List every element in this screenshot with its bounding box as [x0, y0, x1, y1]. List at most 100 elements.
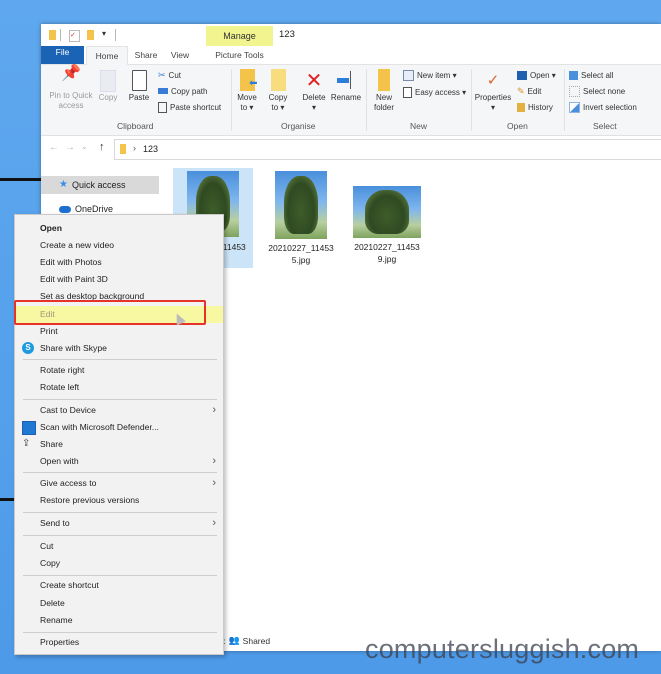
edit-button[interactable]: ✎ Edit: [517, 84, 541, 98]
up-arrow-icon[interactable]: ↑: [99, 141, 105, 153]
menu-item-share-skype[interactable]: S Share with Skype: [15, 340, 223, 357]
paste-shortcut-label: Paste shortcut: [170, 102, 222, 112]
file-item[interactable]: 20210227_11453 9.jpg: [347, 168, 427, 268]
pin-to-quick-access-button[interactable]: 📌 Pin to Quick access: [45, 66, 97, 111]
context-menu: Open Create a new video Edit with Photos…: [14, 214, 224, 655]
desktop-line: [0, 498, 15, 501]
menu-item-open[interactable]: Open: [15, 220, 223, 237]
menu-item-delete[interactable]: Delete: [15, 595, 223, 612]
chevron-right-icon: ›: [212, 404, 216, 416]
invert-selection-button[interactable]: Invert selection: [569, 100, 637, 114]
menu-item-label: Cast to Device: [40, 405, 96, 415]
menu-item-create-shortcut[interactable]: Create shortcut: [15, 577, 223, 594]
menu-item-properties[interactable]: Properties: [15, 634, 223, 651]
scissors-icon: ✂: [158, 69, 166, 80]
copy-button[interactable]: Copy: [97, 69, 119, 103]
navigation-bar: ← → ⌄ ↑ › 123: [41, 136, 661, 162]
menu-item-share[interactable]: ⇪ Share: [15, 436, 223, 453]
copy-icon: [100, 70, 116, 92]
tab-picture-tools[interactable]: Picture Tools: [206, 46, 273, 64]
delete-button[interactable]: ✕ Delete ▾: [300, 69, 328, 113]
select-all-icon: [569, 70, 578, 80]
pin-label-2: access: [58, 101, 84, 110]
menu-item-label: Share with Skype: [40, 343, 107, 353]
menu-item-send-to[interactable]: Send to ›: [15, 515, 223, 532]
open-label: Open ▾: [530, 70, 556, 80]
menu-item-create-video[interactable]: Create a new video: [15, 237, 223, 254]
menu-item-scan-defender[interactable]: Scan with Microsoft Defender...: [15, 419, 223, 436]
folder-icon[interactable]: [49, 30, 56, 40]
recent-dropdown-icon[interactable]: ⌄: [81, 142, 88, 151]
new-folder-button[interactable]: New folder: [371, 69, 397, 113]
select-all-button[interactable]: Select all: [569, 68, 613, 82]
delete-dropdown: ▾: [311, 103, 316, 112]
rename-icon: [330, 69, 362, 93]
group-divider: [471, 69, 472, 131]
tab-home[interactable]: Home: [86, 46, 128, 65]
copy-path-label: Copy path: [171, 86, 208, 96]
menu-item-give-access[interactable]: Give access to ›: [15, 475, 223, 492]
new-folder-icon[interactable]: [87, 30, 94, 40]
menu-item-edit-paint3d[interactable]: Edit with Paint 3D: [15, 271, 223, 288]
status-shared: Shared: [242, 635, 271, 646]
menu-item-rename[interactable]: Rename: [15, 612, 223, 629]
open-button[interactable]: Open ▾: [517, 68, 556, 82]
properties-check-icon: ✓: [486, 72, 500, 89]
tab-view[interactable]: View: [165, 46, 195, 64]
select-none-button[interactable]: Select none: [569, 84, 625, 98]
menu-item-cast-to-device[interactable]: Cast to Device ›: [15, 402, 223, 419]
menu-item-cut[interactable]: Cut: [15, 538, 223, 555]
rename-button[interactable]: Rename: [330, 69, 362, 103]
menu-item-open-with[interactable]: Open with ›: [15, 453, 223, 470]
group-divider: [564, 69, 565, 131]
menu-item-copy[interactable]: Copy: [15, 555, 223, 572]
file-list: 20210227_11453 20210227_11453 5.jpg 2021…: [169, 166, 661, 636]
group-label-select: Select: [593, 121, 617, 131]
chevron-right-icon: ›: [212, 517, 216, 529]
defender-shield-icon: [22, 421, 36, 435]
cut-label: Cut: [168, 70, 181, 80]
paste-button[interactable]: Paste: [127, 69, 151, 103]
copy-to-label-2: to ▾: [271, 103, 285, 112]
properties-icon[interactable]: ✓: [69, 30, 80, 42]
window-title: 123: [279, 29, 295, 40]
customize-qat-icon[interactable]: ▾: [102, 29, 106, 38]
history-label: History: [528, 102, 553, 112]
copy-to-icon: [270, 69, 286, 91]
new-folder-icon: [378, 69, 390, 91]
paste-shortcut-button[interactable]: Paste shortcut: [158, 100, 221, 114]
menu-item-label: Scan with Microsoft Defender...: [40, 422, 159, 432]
menu-item-print[interactable]: Print: [15, 323, 223, 340]
select-none-icon: [569, 85, 580, 97]
group-label-new: New: [410, 121, 428, 131]
new-item-button[interactable]: New item ▾: [403, 68, 457, 82]
file-name-ext: 5.jpg: [291, 255, 311, 265]
address-bar[interactable]: › 123: [114, 139, 661, 160]
properties-dropdown: ▾: [490, 103, 495, 112]
edit-pencil-icon: ✎: [517, 85, 525, 96]
breadcrumb-folder[interactable]: 123: [143, 144, 158, 154]
tab-manage[interactable]: Manage: [206, 26, 273, 46]
tab-share[interactable]: Share: [129, 46, 163, 64]
menu-item-rotate-left[interactable]: Rotate left: [15, 379, 223, 396]
menu-item-edit-photos[interactable]: Edit with Photos: [15, 254, 223, 271]
forward-arrow-icon[interactable]: →: [65, 142, 75, 153]
properties-button[interactable]: ✓ Properties ▾: [473, 69, 513, 113]
move-to-button[interactable]: ⬅ Move to ▾: [235, 69, 259, 113]
menu-item-label: Open with: [40, 456, 79, 466]
select-none-label: Select none: [583, 86, 626, 96]
toolbar-divider: [115, 29, 116, 41]
history-button[interactable]: History: [517, 100, 553, 114]
copy-to-label: Copy: [268, 93, 288, 102]
tab-file[interactable]: File: [41, 46, 84, 64]
easy-access-button[interactable]: Easy access ▾: [403, 85, 466, 99]
back-arrow-icon[interactable]: ←: [49, 142, 59, 153]
copy-to-button[interactable]: Copy to ▾: [266, 69, 290, 113]
menu-item-rotate-right[interactable]: Rotate right: [15, 362, 223, 379]
cut-button[interactable]: ✂ Cut: [158, 68, 181, 82]
toolbar-divider: [60, 29, 61, 41]
menu-item-restore-versions[interactable]: Restore previous versions: [15, 492, 223, 509]
nav-quick-access[interactable]: ★ Quick access: [41, 176, 159, 194]
copy-path-button[interactable]: Copy path: [158, 84, 207, 98]
file-item[interactable]: 20210227_11453 5.jpg: [261, 168, 341, 268]
